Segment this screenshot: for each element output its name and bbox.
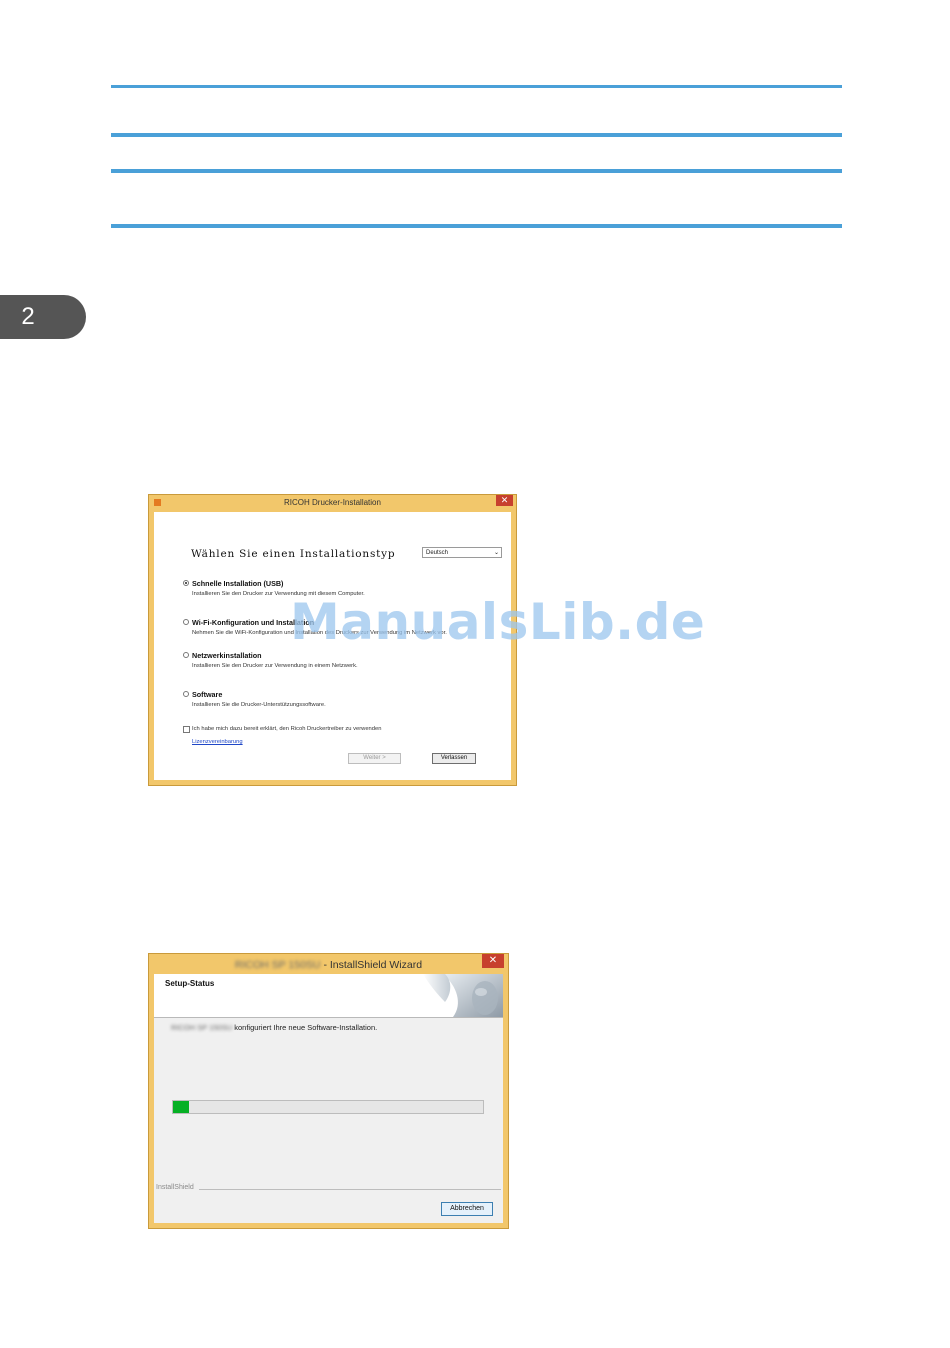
header-rule-4 [111, 224, 842, 228]
close-icon[interactable]: ✕ [482, 954, 504, 968]
installshield-wizard-window: RICOH SP 150SU - InstallShield Wizard ✕ … [148, 953, 509, 1229]
chapter-number: 2 [21, 303, 35, 330]
exit-button[interactable]: Verlassen [432, 753, 476, 764]
language-select[interactable]: Deutsch ⌄ [422, 547, 502, 558]
option-label: Software [192, 690, 223, 699]
cancel-button[interactable]: Abbrechen [441, 1202, 493, 1216]
chevron-down-icon: ⌄ [493, 550, 499, 556]
license-agreement-link[interactable]: Lizenzvereinbarung [192, 739, 243, 745]
setup-status-title: Setup-Status [165, 979, 215, 988]
agreement-checkbox[interactable] [183, 726, 190, 733]
status-line: RICOH SP 150SU konfiguriert Ihre neue So… [171, 1023, 377, 1032]
wizard-client-area: Setup-Status RICOH SP 150SU konfiguriert… [154, 974, 503, 1223]
header-rule-3 [111, 169, 842, 173]
status-text: konfiguriert Ihre neue Software-Installa… [234, 1023, 378, 1032]
printer-installer-window: RICOH Drucker-Installation ✕ Wählen Sie … [148, 494, 517, 786]
option-label: Wi-Fi-Konfiguration und Installation [192, 618, 315, 627]
progress-bar [172, 1100, 484, 1114]
chapter-tab: 2 [0, 295, 86, 339]
next-button[interactable]: Weiter > [348, 753, 401, 764]
option-description: Installieren Sie den Drucker zur Verwend… [192, 663, 358, 669]
installshield-label: InstallShield [156, 1184, 194, 1191]
page-curl-graphic [423, 974, 503, 1017]
option-label: Netzwerkinstallation [192, 651, 262, 660]
installer-title: RICOH Drucker-Installation [284, 498, 381, 507]
wizard-header: Setup-Status [154, 974, 503, 1018]
radio-quick-install[interactable] [183, 580, 189, 586]
option-description: Installieren Sie den Drucker zur Verwend… [192, 591, 365, 597]
installer-titlebar: RICOH Drucker-Installation ✕ [149, 495, 516, 512]
header-rule-1 [111, 85, 842, 88]
header-rule-2 [111, 133, 842, 137]
wizard-title-product: RICOH SP 150SU [234, 959, 321, 971]
radio-network-install[interactable] [183, 652, 189, 658]
close-icon[interactable]: ✕ [496, 495, 513, 506]
option-description: Nehmen Sie die WiFi-Konfiguration und In… [192, 630, 447, 636]
installation-type-heading: Wählen Sie einen Installationstyp [191, 548, 396, 560]
radio-wifi-config[interactable] [183, 619, 189, 625]
status-product: RICOH SP 150SU [171, 1023, 233, 1032]
progress-fill [173, 1101, 189, 1113]
wizard-title: RICOH SP 150SU - InstallShield Wizard [149, 959, 508, 971]
footer-divider [199, 1189, 501, 1190]
radio-software[interactable] [183, 691, 189, 697]
language-selected: Deutsch [426, 550, 449, 556]
option-label: Schnelle Installation (USB) [192, 579, 284, 588]
wizard-title-suffix: - InstallShield Wizard [323, 959, 423, 971]
agreement-label: Ich habe mich dazu bereit erklärt, den R… [192, 726, 382, 732]
option-description: Installieren Sie die Drucker-Unterstützu… [192, 702, 326, 708]
installer-client-area: Wählen Sie einen Installationstyp Deutsc… [154, 512, 511, 780]
